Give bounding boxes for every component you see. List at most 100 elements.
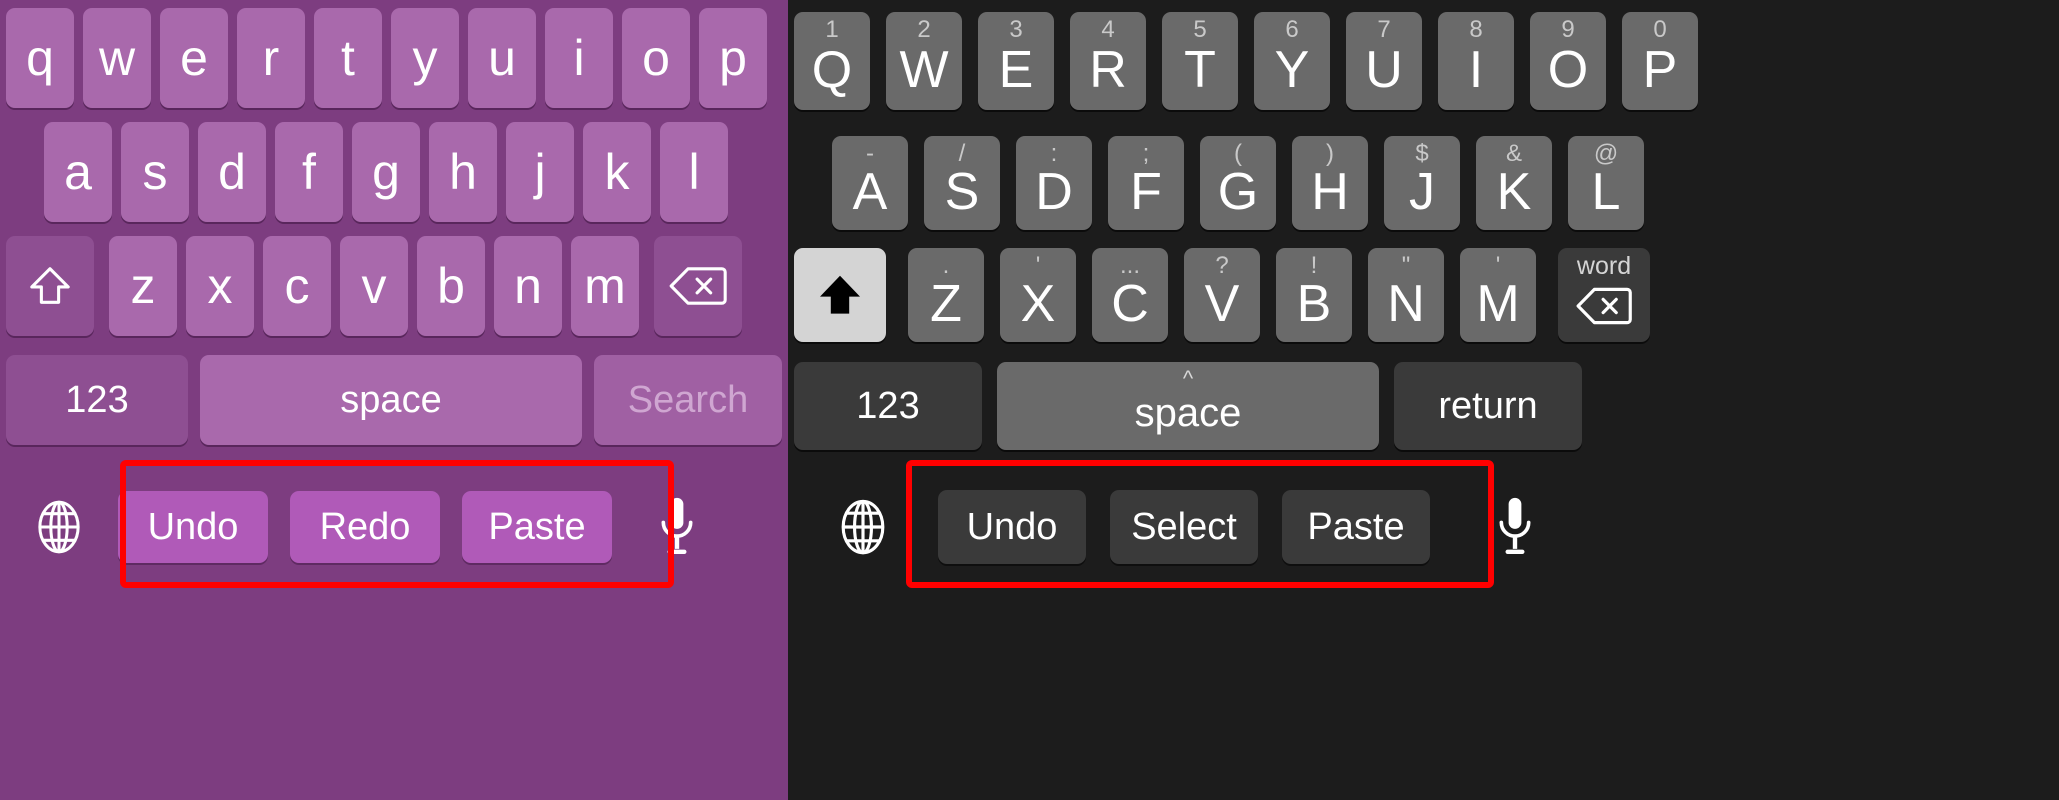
key-r[interactable]: 4R xyxy=(1070,12,1146,110)
return-key[interactable]: return xyxy=(1394,362,1582,450)
space-key[interactable]: ^ space xyxy=(997,362,1379,450)
key-x[interactable]: ' X xyxy=(1000,248,1076,342)
key-r[interactable]: r xyxy=(237,8,305,108)
key-c[interactable]: c xyxy=(263,236,331,336)
keyboard-row-3: .Z ' X ... C ? V ! B " N ' M word xyxy=(794,248,2052,342)
paste-button[interactable]: Paste xyxy=(1282,490,1430,564)
key-hint: $ xyxy=(1415,140,1429,167)
numbers-key[interactable]: 123 xyxy=(794,362,982,450)
key-hint: 5 xyxy=(1193,16,1207,43)
key-q[interactable]: q xyxy=(6,8,74,108)
key-hint: 3 xyxy=(1009,16,1023,43)
key-h[interactable]: h xyxy=(429,122,497,222)
key-z[interactable]: z xyxy=(109,236,177,336)
key-e[interactable]: e xyxy=(160,8,228,108)
light-purple-keyboard-panel: q w e r t y u i o p a s d f g h j k l z … xyxy=(0,0,788,800)
key-f[interactable]: f xyxy=(275,122,343,222)
key-n[interactable]: n xyxy=(494,236,562,336)
key-hint: 1 xyxy=(825,16,839,43)
keyboard-row-4: 123 space Search xyxy=(6,355,782,445)
key-x[interactable]: x xyxy=(186,236,254,336)
key-o[interactable]: 9O xyxy=(1530,12,1606,110)
key-b[interactable]: ! B xyxy=(1276,248,1352,342)
key-f[interactable]: ; F xyxy=(1108,136,1184,230)
key-hint: ... xyxy=(1119,252,1140,279)
keyboard-bottom-bar: Undo Redo Paste xyxy=(0,462,788,592)
key-g[interactable]: g xyxy=(352,122,420,222)
backspace-key[interactable]: word xyxy=(1558,248,1650,342)
key-e[interactable]: 3E xyxy=(978,12,1054,110)
key-t[interactable]: 5T xyxy=(1162,12,1238,110)
numbers-key[interactable]: 123 xyxy=(6,355,188,445)
redo-button[interactable]: Redo xyxy=(290,491,440,563)
keyboard-row-2: -A / S :D ; F (G ) H $ J & K @ L xyxy=(832,136,2012,230)
key-b[interactable]: b xyxy=(417,236,485,336)
key-hint: 4 xyxy=(1101,16,1115,43)
key-a[interactable]: -A xyxy=(832,136,908,230)
key-u[interactable]: u xyxy=(468,8,536,108)
key-n[interactable]: " N xyxy=(1368,248,1444,342)
return-key[interactable]: Search xyxy=(594,355,782,445)
key-p[interactable]: p xyxy=(699,8,767,108)
key-hint: 7 xyxy=(1377,16,1391,43)
key-d[interactable]: :D xyxy=(1016,136,1092,230)
shift-key[interactable] xyxy=(794,248,886,342)
key-q[interactable]: 1Q xyxy=(794,12,870,110)
key-v[interactable]: v xyxy=(340,236,408,336)
key-y[interactable]: y xyxy=(391,8,459,108)
key-u[interactable]: 7U xyxy=(1346,12,1422,110)
key-g[interactable]: (G xyxy=(1200,136,1276,230)
key-o[interactable]: o xyxy=(622,8,690,108)
mic-key[interactable] xyxy=(1430,462,1600,592)
key-hint: ; xyxy=(1142,140,1150,167)
keyboard-row-1: q w e r t y u i o p xyxy=(6,8,782,108)
backspace-hint-label: word xyxy=(1576,252,1632,280)
key-h[interactable]: ) H xyxy=(1292,136,1368,230)
key-a[interactable]: a xyxy=(44,122,112,222)
globe-key[interactable] xyxy=(0,462,118,592)
key-hint: @ xyxy=(1593,140,1619,167)
mic-key[interactable] xyxy=(612,462,742,592)
key-s[interactable]: s xyxy=(121,122,189,222)
key-c[interactable]: ... C xyxy=(1092,248,1168,342)
key-k[interactable]: k xyxy=(583,122,651,222)
key-k[interactable]: & K xyxy=(1476,136,1552,230)
key-hint: 8 xyxy=(1469,16,1483,43)
space-caret-hint: ^ xyxy=(1182,366,1194,391)
shift-arrow-outline-icon xyxy=(27,263,73,309)
key-hint: " xyxy=(1401,252,1411,279)
key-hint: & xyxy=(1505,140,1522,167)
key-m[interactable]: m xyxy=(571,236,639,336)
key-hint: 2 xyxy=(917,16,931,43)
key-j[interactable]: j xyxy=(506,122,574,222)
globe-key[interactable] xyxy=(788,462,938,592)
key-y[interactable]: 6Y xyxy=(1254,12,1330,110)
key-i[interactable]: i xyxy=(545,8,613,108)
key-z[interactable]: .Z xyxy=(908,248,984,342)
undo-button[interactable]: Undo xyxy=(118,491,268,563)
keyboard-row-4: 123 ^ space return xyxy=(794,362,2052,450)
key-l[interactable]: l xyxy=(660,122,728,222)
undo-button[interactable]: Undo xyxy=(938,490,1086,564)
key-m[interactable]: ' M xyxy=(1460,248,1536,342)
key-d[interactable]: d xyxy=(198,122,266,222)
key-l[interactable]: @ L xyxy=(1568,136,1644,230)
keyboard-row-3: z x c v b n m xyxy=(6,236,782,336)
key-w[interactable]: 2W xyxy=(886,12,962,110)
keyboard-row-1: 1Q 2W 3E 4R 5T 6Y 7U 8I 9O 0P xyxy=(794,12,2052,110)
select-button[interactable]: Select xyxy=(1110,490,1258,564)
key-t[interactable]: t xyxy=(314,8,382,108)
backspace-key[interactable] xyxy=(654,236,742,336)
shift-key[interactable] xyxy=(6,236,94,336)
key-v[interactable]: ? V xyxy=(1184,248,1260,342)
space-key[interactable]: space xyxy=(200,355,582,445)
key-w[interactable]: w xyxy=(83,8,151,108)
paste-button[interactable]: Paste xyxy=(462,491,612,563)
key-j[interactable]: $ J xyxy=(1384,136,1460,230)
key-i[interactable]: 8I xyxy=(1438,12,1514,110)
key-hint: 0 xyxy=(1653,16,1667,43)
key-hint: / xyxy=(958,140,966,167)
keyboard-light: q w e r t y u i o p a s d f g h j k l z … xyxy=(0,0,788,800)
key-p[interactable]: 0P xyxy=(1622,12,1698,110)
key-s[interactable]: / S xyxy=(924,136,1000,230)
